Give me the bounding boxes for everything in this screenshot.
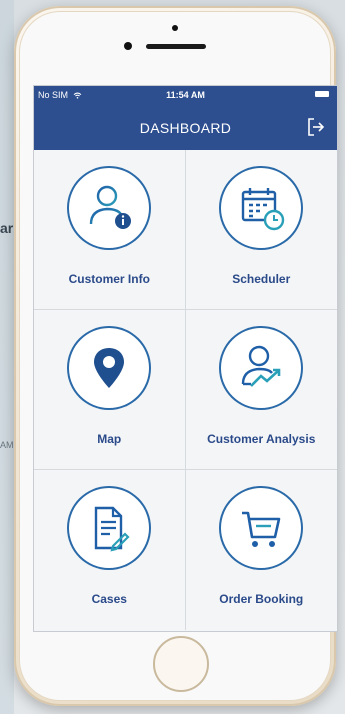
tile-cases[interactable]: Cases (34, 470, 186, 630)
earpiece-speaker (146, 44, 206, 49)
tile-label: Customer Analysis (207, 432, 316, 446)
dashboard-grid: Customer Info Scheduler Map Customer Ana… (34, 150, 337, 630)
status-time: 11:54 AM (166, 90, 205, 100)
tile-icon-circle (219, 326, 304, 410)
status-bar: No SIM 11:54 AM (34, 86, 337, 104)
tile-label: Scheduler (232, 272, 291, 286)
home-button[interactable] (153, 636, 209, 692)
tile-label: Customer Info (68, 272, 150, 286)
tile-label: Map (97, 432, 122, 446)
calendar-clock-icon (242, 188, 285, 231)
tile-icon-circle (67, 486, 152, 570)
tile-label: Cases (91, 592, 127, 606)
background-map-label-2: AM (0, 440, 14, 450)
tile-icon-circle (67, 326, 152, 410)
tile-map[interactable]: Map (34, 310, 186, 470)
cart-icon (242, 511, 281, 547)
customer-analysis-icon (242, 345, 281, 387)
front-camera (172, 25, 178, 31)
proximity-sensor (124, 42, 132, 50)
tile-icon-circle (219, 486, 304, 570)
page-title: DASHBOARD (139, 120, 232, 136)
map-pin-icon (94, 348, 125, 388)
battery-icon (315, 91, 329, 97)
app-screen: No SIM 11:54 AM DASHBOARD Customer Info … (33, 85, 338, 632)
tile-icon-circle (67, 166, 152, 250)
tile-scheduler[interactable]: Scheduler (185, 150, 337, 310)
customer-info-icon (90, 185, 132, 229)
tile-icon-circle (219, 166, 304, 250)
header-bar: DASHBOARD (34, 104, 337, 150)
document-edit-icon (95, 506, 130, 552)
logout-icon (308, 118, 325, 136)
tile-customer-analysis[interactable]: Customer Analysis (185, 310, 337, 470)
tile-customer-info[interactable]: Customer Info (34, 150, 186, 310)
tile-order-booking[interactable]: Order Booking (185, 470, 337, 630)
tile-label: Order Booking (219, 592, 304, 606)
logout-button[interactable] (305, 116, 327, 138)
background-map-label: ar (0, 220, 14, 236)
